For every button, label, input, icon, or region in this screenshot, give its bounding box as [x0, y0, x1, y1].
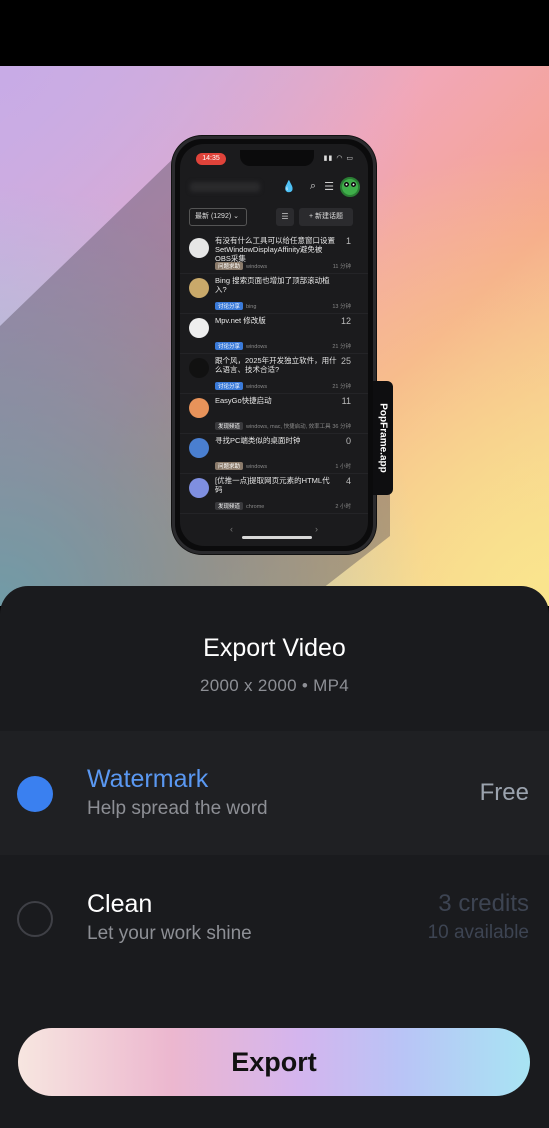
phone-mockup: 14:35 ▮▮ ◠ ▭ 💧 ⌕ ☰ 最新 (1292) ⌄ ☰ + 新建话题 … — [172, 136, 376, 554]
topic-tags[interactable]: windows, mac, 快捷启动, 效率工具 — [246, 424, 331, 430]
topic-title[interactable]: EasyGo快捷启动 — [215, 396, 337, 405]
option-clean-desc: Let your work shine — [87, 923, 252, 944]
topic-category[interactable]: 发现频道 — [215, 502, 244, 510]
topic-avatar[interactable] — [189, 478, 209, 498]
topic-time: 21 分钟 — [332, 344, 351, 350]
side-tab-label: PopFrame.app — [377, 403, 389, 473]
export-button[interactable]: Export — [18, 1028, 530, 1096]
topic-time: 36 分钟 — [332, 424, 351, 430]
topic-category[interactable]: 讨论分享 — [215, 302, 244, 310]
status-bar: 14:35 ▮▮ ◠ ▭ — [180, 150, 368, 166]
topic-avatar[interactable] — [189, 318, 209, 338]
option-watermark-title: Watermark — [87, 765, 209, 793]
next-icon[interactable]: › — [315, 524, 318, 534]
status-time: 14:35 — [196, 153, 226, 165]
topic-avatar[interactable] — [189, 438, 209, 458]
topic-row[interactable]: 跟个风，2025年开发独立软件，用什么语言、技术合适? 25 讨论分享 windows… — [180, 354, 368, 394]
topic-tags[interactable]: chrome — [246, 504, 264, 510]
topic-title[interactable]: Bing 搜索页面也增加了顶部滚动植入? — [215, 276, 337, 294]
topic-tags[interactable]: bing — [246, 304, 256, 310]
forum-header: 💧 ⌕ ☰ — [180, 174, 368, 202]
topic-tags[interactable]: windows — [246, 264, 267, 270]
topic-category[interactable]: 讨论分享 — [215, 382, 244, 390]
topic-tags[interactable]: windows — [246, 384, 267, 390]
topic-reply-count: 4 — [345, 476, 351, 486]
topic-category[interactable]: 发现频道 — [215, 422, 244, 430]
topic-tags[interactable]: windows — [246, 464, 267, 470]
home-indicator — [242, 536, 312, 539]
new-topic-button[interactable]: + 新建话题 — [299, 208, 353, 226]
user-avatar[interactable] — [340, 177, 360, 197]
topic-time: 13 分钟 — [332, 304, 351, 310]
sort-select[interactable]: 最新 (1292) ⌄ — [189, 208, 247, 226]
radio-clean[interactable] — [17, 901, 53, 937]
topic-category[interactable]: 讨论分享 — [215, 342, 244, 350]
side-tab: PopFrame.app — [373, 381, 393, 495]
topic-tags[interactable]: windows — [246, 344, 267, 350]
topic-meta: 发现频道 chrome — [215, 502, 264, 510]
topic-reply-count: 12 — [340, 316, 351, 326]
topic-meta: 问题求助 windows — [215, 462, 267, 470]
topic-avatar[interactable] — [189, 398, 209, 418]
option-clean-available: 10 available — [427, 922, 529, 943]
blurred-title — [190, 182, 260, 192]
sort-label: 最新 (1292) — [195, 213, 232, 220]
sheet-subtitle: 2000 x 2000 • MP4 — [199, 676, 350, 695]
topic-avatar[interactable] — [189, 278, 209, 298]
option-watermark[interactable]: Watermark Help spread the word Free — [0, 731, 549, 855]
topic-row[interactable]: 寻找PC端类似的桌面时钟 0 问题求助 windows 1 小时 — [180, 434, 368, 474]
option-clean[interactable]: Clean Let your work shine 3 credits 10 a… — [0, 856, 549, 980]
forum-toolbar: 最新 (1292) ⌄ ☰ + 新建话题 — [180, 208, 368, 228]
drop-icon[interactable]: 💧 — [282, 180, 296, 193]
notch — [240, 150, 314, 166]
search-icon[interactable]: ⌕ — [310, 180, 316, 193]
sheet-title: Export Video — [203, 634, 346, 662]
topic-time: 21 分钟 — [332, 384, 351, 390]
topic-row[interactable]: Bing 搜索页面也增加了顶部滚动植入? 讨论分享 bing 13 分钟 — [180, 274, 368, 314]
topic-avatar[interactable] — [189, 238, 209, 258]
option-clean-title: Clean — [87, 890, 153, 918]
topic-row[interactable]: [优推一点]提取网页元素的HTML代码 4 发现频道 chrome 2 小时 — [180, 474, 368, 514]
topic-reply-count: 25 — [340, 356, 351, 366]
topic-row[interactable]: EasyGo快捷启动 11 发现频道 windows, mac, 快捷启动, 效率工具… — [180, 394, 368, 434]
topic-time: 11 分钟 — [332, 264, 351, 270]
radio-watermark[interactable] — [17, 776, 53, 812]
topic-meta: 讨论分享 bing — [215, 302, 256, 310]
topic-avatar[interactable] — [189, 358, 209, 378]
topic-category[interactable]: 问题求助 — [215, 262, 244, 270]
topic-title[interactable]: 寻找PC端类似的桌面时钟 — [215, 436, 337, 445]
topic-meta: 发现频道 windows, mac, 快捷启动, 效率工具 — [215, 422, 331, 430]
menu-icon[interactable]: ☰ — [324, 180, 334, 193]
status-icons: ▮▮ ◠ ▭ — [323, 155, 354, 162]
topic-reply-count: 11 — [341, 396, 351, 406]
option-watermark-desc: Help spread the word — [87, 798, 268, 819]
topic-time: 1 小时 — [335, 464, 351, 470]
topic-title[interactable]: Mpv.net 修改版 — [215, 316, 337, 325]
option-watermark-price: Free — [479, 779, 529, 806]
list-view-icon[interactable]: ☰ — [276, 208, 294, 226]
topic-title[interactable]: 有没有什么工具可以给任意窗口设置SetWindowDisplayAffinity… — [215, 236, 337, 263]
topic-row[interactable]: Mpv.net 修改版 12 讨论分享 windows 21 分钟 — [180, 314, 368, 354]
topic-title[interactable]: 跟个风，2025年开发独立软件，用什么语言、技术合适? — [215, 356, 337, 374]
topic-reply-count: 0 — [345, 436, 351, 446]
preview-area: 14:35 ▮▮ ◠ ▭ 💧 ⌕ ☰ 最新 (1292) ⌄ ☰ + 新建话题 … — [0, 66, 549, 606]
option-clean-price: 3 credits — [438, 890, 529, 917]
topic-reply-count: 1 — [345, 236, 351, 246]
topic-meta: 讨论分享 windows — [215, 342, 267, 350]
topic-time: 2 小时 — [335, 504, 351, 510]
phone-screen: 14:35 ▮▮ ◠ ▭ 💧 ⌕ ☰ 最新 (1292) ⌄ ☰ + 新建话题 … — [180, 144, 368, 546]
topic-category[interactable]: 问题求助 — [215, 462, 244, 470]
prev-icon[interactable]: ‹ — [230, 524, 233, 534]
top-black-bar — [0, 0, 549, 66]
topic-meta: 讨论分享 windows — [215, 382, 267, 390]
topic-list: 有没有什么工具可以给任意窗口设置SetWindowDisplayAffinity… — [180, 234, 368, 514]
export-sheet: Export Video 2000 x 2000 • MP4 Watermark… — [0, 586, 549, 1128]
topic-row[interactable]: 有没有什么工具可以给任意窗口设置SetWindowDisplayAffinity… — [180, 234, 368, 274]
topic-meta: 问题求助 windows — [215, 262, 267, 270]
topic-title[interactable]: [优推一点]提取网页元素的HTML代码 — [215, 476, 337, 494]
